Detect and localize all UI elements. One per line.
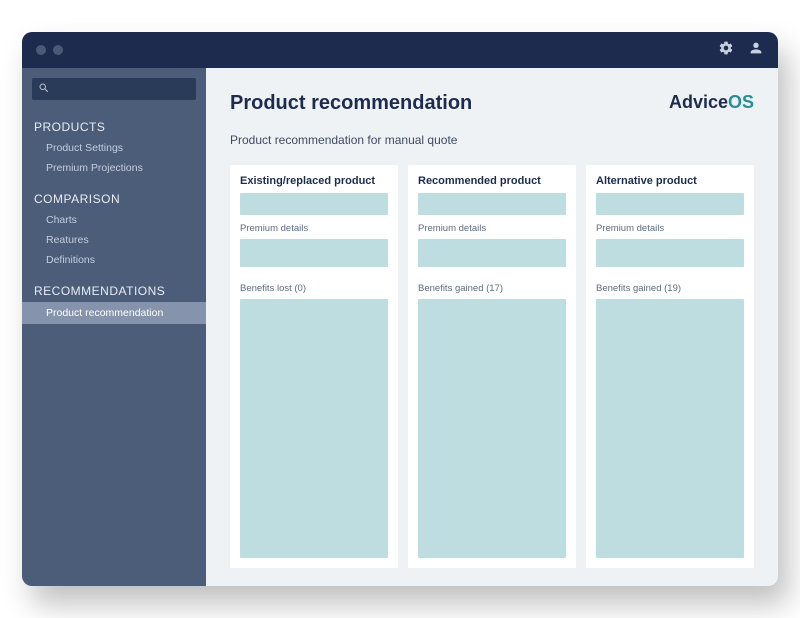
product-name-block xyxy=(596,193,744,215)
brand-part1: Advice xyxy=(669,92,728,112)
window-dot-icon[interactable] xyxy=(53,45,63,55)
page-title: Product recommendation xyxy=(230,92,472,115)
app-window: PRODUCTS Product Settings Premium Projec… xyxy=(22,32,778,586)
titlebar-actions xyxy=(718,40,764,61)
titlebar xyxy=(22,32,778,68)
brand-part2: OS xyxy=(728,92,754,112)
search-wrap xyxy=(22,68,206,106)
sidebar-item-product-settings[interactable]: Product Settings xyxy=(22,138,206,158)
card-recommended-product: Recommended product Premium details Bene… xyxy=(408,165,576,568)
premium-details-block xyxy=(240,239,388,267)
main-content: Product recommendation AdviceOS Product … xyxy=(206,68,778,586)
search-input[interactable] xyxy=(32,78,196,100)
card-title: Recommended product xyxy=(418,175,566,187)
card-alternative-product: Alternative product Premium details Bene… xyxy=(586,165,754,568)
app-body: PRODUCTS Product Settings Premium Projec… xyxy=(22,68,778,586)
sidebar: PRODUCTS Product Settings Premium Projec… xyxy=(22,68,206,586)
window-controls xyxy=(36,45,63,55)
sidebar-item-charts[interactable]: Charts xyxy=(22,210,206,230)
sidebar-item-product-recommendation[interactable]: Product recommendation xyxy=(22,302,206,324)
benefits-block xyxy=(418,299,566,558)
sidebar-item-premium-projections[interactable]: Premium Projections xyxy=(22,158,206,178)
premium-details-block xyxy=(596,239,744,267)
premium-details-label: Premium details xyxy=(418,223,566,234)
columns: Existing/replaced product Premium detail… xyxy=(230,165,754,568)
sidebar-item-reatures[interactable]: Reatures xyxy=(22,230,206,250)
premium-details-label: Premium details xyxy=(240,223,388,234)
brand-logo: AdviceOS xyxy=(669,92,754,113)
benefits-label: Benefits gained (17) xyxy=(418,283,566,294)
page-subtitle: Product recommendation for manual quote xyxy=(230,133,754,147)
premium-details-block xyxy=(418,239,566,267)
nav-section-recommendations: RECOMMENDATIONS xyxy=(22,270,206,302)
premium-details-label: Premium details xyxy=(596,223,744,234)
nav-section-comparison: COMPARISON xyxy=(22,178,206,210)
benefits-label: Benefits gained (19) xyxy=(596,283,744,294)
window-dot-icon[interactable] xyxy=(36,45,46,55)
user-icon[interactable] xyxy=(748,40,764,61)
gear-icon[interactable] xyxy=(718,40,734,61)
benefits-block xyxy=(596,299,744,558)
card-title: Existing/replaced product xyxy=(240,175,388,187)
benefits-block xyxy=(240,299,388,558)
benefits-label: Benefits lost (0) xyxy=(240,283,388,294)
product-name-block xyxy=(418,193,566,215)
card-existing-product: Existing/replaced product Premium detail… xyxy=(230,165,398,568)
main-header: Product recommendation AdviceOS xyxy=(230,92,754,115)
nav-section-products: PRODUCTS xyxy=(22,106,206,138)
sidebar-item-definitions[interactable]: Definitions xyxy=(22,250,206,270)
card-title: Alternative product xyxy=(596,175,744,187)
search-icon xyxy=(38,82,50,97)
product-name-block xyxy=(240,193,388,215)
